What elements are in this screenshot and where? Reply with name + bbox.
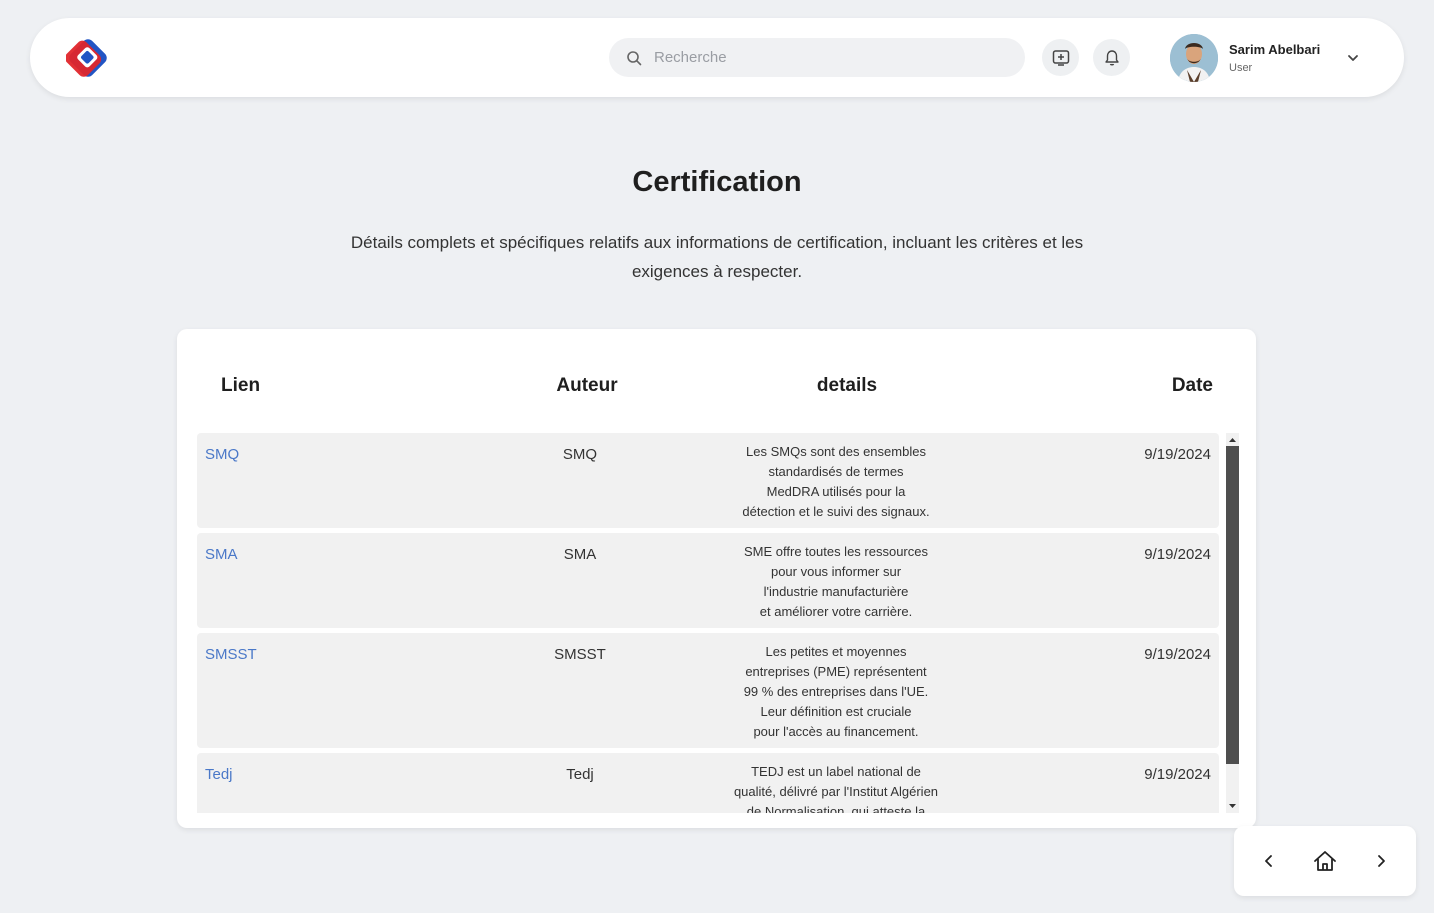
user-name: Sarim Abelbari <box>1229 42 1321 57</box>
chevron-left-icon <box>1265 855 1272 867</box>
row-author: Tedj <box>566 766 594 783</box>
certification-table-card: Lien Auteur details Date SMQ SMQ Les SMQ… <box>177 329 1256 828</box>
vertical-scrollbar[interactable] <box>1226 433 1239 813</box>
details-line: MedDRA utilisés pour la <box>766 484 906 499</box>
row-author: SMQ <box>562 446 598 463</box>
scroll-down-arrow-icon[interactable] <box>1226 801 1239 811</box>
add-box-icon <box>1052 49 1069 66</box>
search-bar[interactable] <box>609 38 1025 77</box>
table-row: SMSST SMSST Les petites et moyennes entr… <box>197 633 1219 748</box>
avatar[interactable] <box>1170 34 1218 82</box>
column-header-lien: Lien <box>221 375 261 396</box>
search-input[interactable] <box>652 48 996 67</box>
details-line: Leur définition est cruciale <box>760 704 912 719</box>
row-author: SMA <box>563 546 597 563</box>
details-line: qualité, délivré par l'Institut Algérien <box>733 784 939 799</box>
row-author: SMSST <box>554 646 606 663</box>
next-button[interactable] <box>1368 848 1394 874</box>
row-date: 9/19/2024 <box>1144 646 1211 663</box>
row-date: 9/19/2024 <box>1144 446 1211 463</box>
home-icon <box>1314 851 1336 871</box>
row-link[interactable]: SMQ <box>205 446 239 463</box>
row-date: 9/19/2024 <box>1144 766 1211 783</box>
details-line: 99 % des entreprises dans l'UE. <box>743 684 929 699</box>
user-avatar-icon <box>1170 34 1218 82</box>
details-line: Les SMQs sont des ensembles <box>746 444 926 459</box>
details-line: pour vous informer sur <box>770 564 902 579</box>
details-line: standardisés de termes <box>768 464 904 479</box>
details-line: l'industrie manufacturière <box>763 584 909 599</box>
scrollbar-thumb[interactable] <box>1226 446 1239 764</box>
row-link[interactable]: Tedj <box>205 766 233 783</box>
details-line: Les petites et moyennes <box>765 644 907 659</box>
top-navbar: Sarim Abelbari User <box>30 18 1404 97</box>
row-details: SME offre toutes les ressources pour vou… <box>716 542 956 622</box>
column-header-date: Date <box>1171 375 1213 396</box>
details-line: pour l'accès au financement. <box>753 724 919 739</box>
page-navigation <box>1234 826 1416 896</box>
table-row: SMA SMA SME offre toutes les ressources … <box>197 533 1219 628</box>
row-date: 9/19/2024 <box>1144 546 1211 563</box>
notifications-button[interactable] <box>1093 39 1130 76</box>
details-line: et améliorer votre carrière. <box>759 604 913 619</box>
row-details: Les petites et moyennes entreprises (PME… <box>716 642 956 742</box>
bell-icon <box>1104 49 1119 65</box>
user-role: User <box>1229 62 1253 74</box>
details-line: TEDJ est un label national de <box>751 764 921 779</box>
page-title: Certification <box>632 166 802 198</box>
scroll-up-arrow-icon[interactable] <box>1226 435 1239 445</box>
row-details: Les SMQs sont des ensembles standardisés… <box>716 442 956 522</box>
add-button[interactable] <box>1042 39 1079 76</box>
search-icon <box>627 50 642 65</box>
details-line: de Normalisation, qui atteste la <box>746 804 926 813</box>
page-description: Détails complets et spécifiques relatifs… <box>350 233 1084 281</box>
home-button[interactable] <box>1312 848 1338 874</box>
chevron-right-icon <box>1378 855 1385 867</box>
column-header-details: details <box>816 375 878 396</box>
previous-button[interactable] <box>1256 848 1282 874</box>
column-header-auteur: Auteur <box>556 375 618 396</box>
table-row: Tedj Tedj TEDJ est un label national de … <box>197 753 1219 813</box>
app-logo[interactable] <box>66 36 110 80</box>
row-details: TEDJ est un label national de qualité, d… <box>716 762 956 813</box>
row-link[interactable]: SMSST <box>205 646 257 663</box>
chevron-down-icon[interactable] <box>1346 51 1360 65</box>
row-link[interactable]: SMA <box>205 546 238 563</box>
details-line: entreprises (PME) représentent <box>745 664 927 679</box>
table-body[interactable]: SMQ SMQ Les SMQs sont des ensembles stan… <box>197 433 1219 813</box>
details-line: détection et le suivi des signaux. <box>742 504 930 519</box>
table-row: SMQ SMQ Les SMQs sont des ensembles stan… <box>197 433 1219 528</box>
details-line: SME offre toutes les ressources <box>743 544 928 559</box>
